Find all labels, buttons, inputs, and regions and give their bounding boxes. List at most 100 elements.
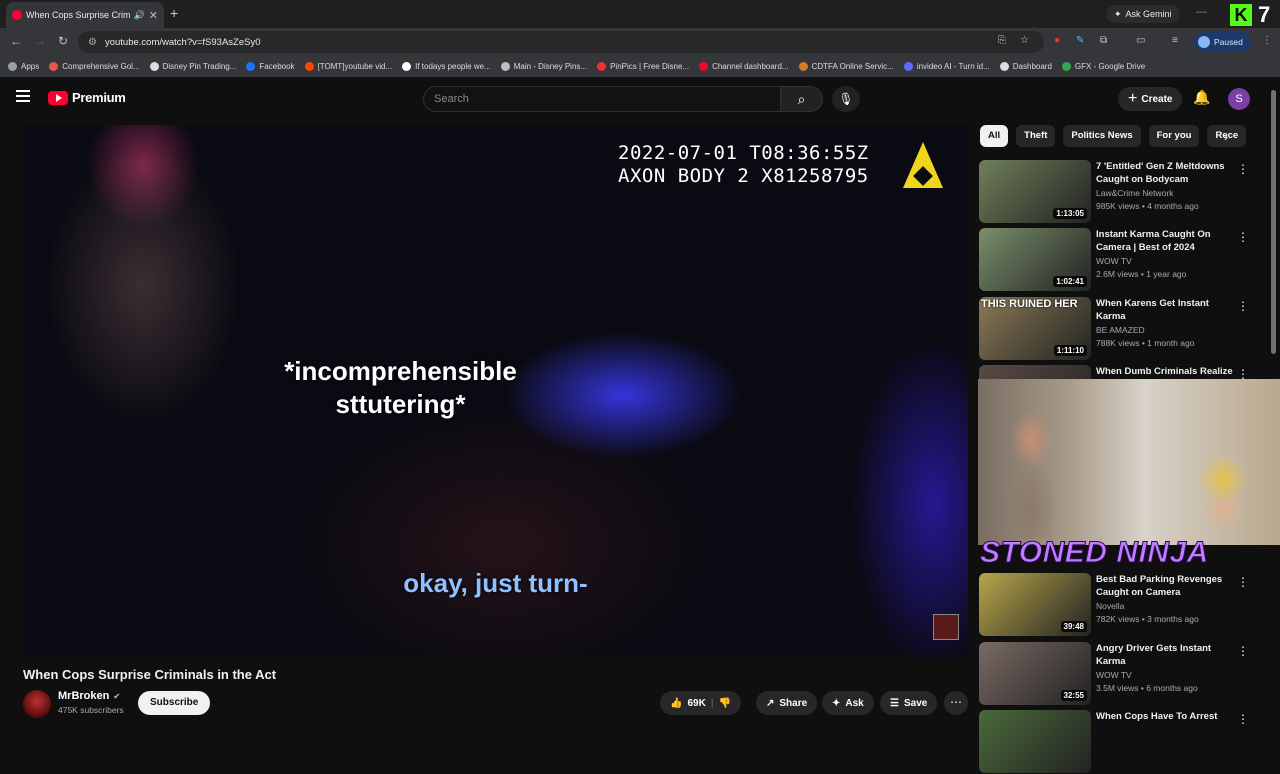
extensions-puzzle-icon[interactable]: ⧉ — [1100, 35, 1107, 46]
media-control-icon[interactable]: ≡ — [1172, 35, 1178, 46]
search-input[interactable]: Search — [423, 86, 781, 112]
recommendation-title[interactable]: When Cops Have To Arrest — [1096, 710, 1236, 723]
menu-hamburger-icon[interactable] — [16, 90, 30, 102]
tab-title: When Cops Surprise Crimin — [26, 10, 130, 20]
like-button[interactable]: 👍 69K | 👎 — [660, 691, 742, 715]
bookmark-item[interactable]: Dashboard — [999, 62, 1052, 71]
bookmark-item[interactable]: Comprehensive Gol... — [49, 62, 140, 71]
recommendation-item[interactable]: 1:02:41 Instant Karma Caught On Camera | … — [979, 228, 1269, 292]
channel-watermark-icon[interactable] — [933, 614, 959, 640]
bookmark-item[interactable]: [TOMT]youtube vid... — [304, 62, 392, 71]
speaker-icon[interactable]: 🔊 — [134, 10, 145, 21]
more-actions-button[interactable]: ⋯ — [944, 691, 968, 715]
bookmark-item[interactable]: GFX - Google Drive — [1061, 62, 1145, 71]
recommendation-channel[interactable]: BE AMAZED — [1096, 325, 1145, 335]
chip-for-you[interactable]: For you — [1148, 125, 1200, 147]
bookmark-item[interactable]: Apps — [8, 62, 39, 71]
back-icon[interactable]: ← — [10, 34, 22, 48]
subscribe-button[interactable]: Subscribe — [138, 691, 211, 715]
minimize-icon[interactable]: — — [1196, 6, 1207, 18]
chip-all[interactable]: All — [980, 125, 1009, 147]
close-tab-icon[interactable]: ✕ — [149, 9, 158, 22]
chip-politics-news[interactable]: Politics News — [1063, 125, 1141, 147]
video-thumbnail[interactable]: 39:48 — [979, 573, 1091, 636]
video-thumbnail[interactable]: 32:55 — [979, 642, 1091, 705]
video-thumbnail[interactable]: THIS RUINED HER 1:11:10 — [979, 297, 1091, 360]
bookmark-item[interactable]: If todays people we... — [402, 62, 491, 71]
ask-gemini-button[interactable]: ✦ Ask Gemini — [1106, 5, 1180, 23]
browser-tab[interactable]: When Cops Surprise Crimin 🔊 ✕ — [6, 2, 164, 28]
more-options-icon[interactable]: ⋮ — [1237, 575, 1249, 589]
recommendation-channel[interactable]: WOW TV — [1096, 670, 1132, 680]
bodycam-timestamp: 2022-07-01 T08:36:55Z AXON BODY 2 X81258… — [618, 142, 869, 187]
share-button[interactable]: ↗ Share — [756, 691, 818, 715]
bookmark-item[interactable]: Main - Disney Pins... — [500, 62, 587, 71]
forward-icon[interactable]: → — [34, 34, 46, 48]
youtube-premium-logo[interactable]: Premium — [48, 90, 126, 105]
notifications-bell-icon[interactable]: 🔔 — [1193, 89, 1210, 106]
bookmark-star-icon[interactable]: ☆ — [1020, 35, 1029, 46]
channel-avatar[interactable] — [23, 690, 51, 718]
ask-button[interactable]: ✦ Ask — [822, 691, 874, 715]
search-button[interactable]: ⌕ — [781, 86, 823, 112]
chip-theft[interactable]: Theft — [1016, 125, 1056, 147]
profile-paused-button[interactable]: Paused — [1194, 32, 1251, 52]
recommendation-title[interactable]: When Karens Get Instant Karma — [1096, 297, 1236, 323]
more-options-icon[interactable]: ⋮ — [1237, 162, 1249, 176]
subscriber-count: 475K subscribers — [58, 705, 124, 715]
browser-menu-icon[interactable]: ⋮ — [1262, 35, 1272, 46]
address-bar[interactable]: ⚙ youtube.com/watch?v=fS93AsZeSy0 — [78, 31, 1044, 53]
video-thumbnail[interactable]: 1:02:41 — [979, 228, 1091, 291]
create-button[interactable]: + Create — [1118, 87, 1183, 111]
save-button[interactable]: ☰ Save — [880, 691, 938, 715]
recommendation-channel[interactable]: WOW TV — [1096, 256, 1132, 266]
youtube-favicon-icon — [12, 10, 22, 20]
reload-icon[interactable]: ↻ — [58, 34, 68, 48]
new-tab-button[interactable]: + — [170, 5, 178, 21]
chevron-right-icon[interactable]: › — [1224, 130, 1228, 144]
bookmark-item[interactable]: invideo AI - Turn id... — [903, 62, 990, 71]
streamer-webcam-overlay — [978, 379, 1280, 545]
bookmark-item[interactable]: PinPics | Free Disne... — [597, 62, 689, 71]
duration-badge: 1:02:41 — [1053, 276, 1087, 287]
recommendation-channel[interactable]: Law&Crime Network — [1096, 188, 1173, 198]
recommendation-item[interactable]: 39:48 Best Bad Parking Revenges Caught on… — [979, 573, 1269, 637]
url-text: youtube.com/watch?v=fS93AsZeSy0 — [104, 36, 261, 48]
bookmark-item[interactable]: Disney Pin Trading... — [149, 62, 236, 71]
extension-magic-icon[interactable]: ✎ — [1076, 35, 1084, 46]
recommendation-title[interactable]: When Dumb Criminals Realize — [1096, 365, 1236, 378]
sparkle-icon: ✦ — [832, 697, 841, 709]
recommendation-title[interactable]: Instant Karma Caught On Camera | Best of… — [1096, 228, 1236, 254]
video-thumbnail[interactable] — [979, 710, 1091, 773]
more-options-icon[interactable]: ⋮ — [1237, 230, 1249, 244]
recommendation-item[interactable]: THIS RUINED HER 1:11:10 When Karens Get In… — [979, 297, 1269, 361]
channel-name[interactable]: MrBroken ✔ — [58, 690, 120, 702]
voice-search-button[interactable]: 🎙 — [832, 86, 860, 112]
recommendation-item[interactable]: 1:13:05 7 'Entitled' Gen Z Meltdowns Caug… — [979, 160, 1269, 224]
bookmark-item[interactable]: Channel dashboard... — [699, 62, 789, 71]
video-title: When Cops Surprise Criminals in the Act — [23, 667, 277, 682]
recommendation-channel[interactable]: Novella — [1096, 601, 1124, 611]
bookmark-item[interactable]: Facebook — [246, 62, 295, 71]
video-thumbnail[interactable]: 1:13:05 — [979, 160, 1091, 223]
site-info-icon[interactable]: ⚙ — [88, 37, 97, 48]
profile-avatar-icon — [1198, 36, 1210, 48]
recommendation-title[interactable]: Angry Driver Gets Instant Karma — [1096, 642, 1236, 668]
account-avatar[interactable]: S — [1228, 88, 1250, 110]
install-app-icon[interactable]: ⎘ — [998, 35, 1006, 46]
recommendation-item[interactable]: 32:55 Angry Driver Gets Instant Karma WOW … — [979, 642, 1269, 706]
more-options-icon[interactable]: ⋮ — [1237, 644, 1249, 658]
cast-icon[interactable]: ▭ — [1136, 35, 1145, 46]
recommendation-title[interactable]: Best Bad Parking Revenges Caught on Came… — [1096, 573, 1236, 599]
video-player[interactable]: 2022-07-01 T08:36:55Z AXON BODY 2 X81258… — [23, 125, 968, 657]
more-options-icon[interactable]: ⋮ — [1237, 299, 1249, 313]
bookmark-item[interactable]: CDTFA Online Servic... — [798, 62, 894, 71]
recommendation-title[interactable]: 7 'Entitled' Gen Z Meltdowns Caught on B… — [1096, 160, 1236, 186]
youtube-play-logo-icon — [48, 90, 68, 105]
more-options-icon[interactable]: ⋮ — [1237, 712, 1249, 726]
scrollbar[interactable] — [1271, 90, 1276, 354]
bookmark-favicon-icon — [999, 62, 1009, 71]
thumbs-down-icon[interactable]: 👎 — [719, 698, 731, 709]
extension-record-icon[interactable]: ● — [1054, 35, 1060, 46]
kick-logo: K — [1230, 4, 1252, 26]
